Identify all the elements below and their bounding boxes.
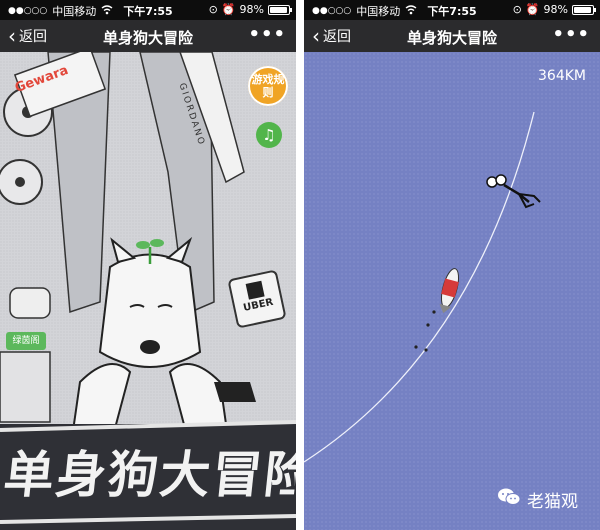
alarm-icon: ⏰ [525, 3, 540, 16]
distance-counter: 364KM [538, 68, 586, 84]
battery-icon [268, 4, 292, 15]
rotation-lock-icon: ⊙ [208, 3, 218, 16]
rocket-dog-player [439, 268, 460, 314]
battery-percent: 98% [543, 3, 568, 16]
uber-logo-icon [245, 280, 265, 300]
watermark-text: 老猫观 [527, 492, 578, 512]
left-phone-screen: ●●○○○ 中国移动 下午7:55 ⊙ ⏰ 98% ‹ 返回 单身狗大冒险 ••… [0, 0, 296, 530]
alarm-icon: ⏰ [221, 3, 236, 16]
status-bar: ●●○○○ 中国移动 下午7:55 ⊙ ⏰ 98% [304, 0, 600, 20]
music-toggle-button[interactable]: ♫ [256, 122, 282, 148]
game-title-banner: 单身狗大冒险 [0, 446, 296, 504]
status-bar: ●●○○○ 中国移动 下午7:55 ⊙ ⏰ 98% [0, 0, 296, 20]
uber-sign: UBER [227, 269, 287, 329]
music-note-icon: ♫ [262, 126, 276, 144]
more-button[interactable]: ••• [552, 24, 590, 45]
nav-bar: ‹ 返回 单身狗大冒险 ••• [304, 20, 600, 52]
watermark: 老猫观 [497, 487, 578, 512]
battery-icon [572, 4, 596, 15]
game-start-screen[interactable]: Gewara GIORDANO UBER 绿茵阁 单身狗大冒险 游戏规则 ♫ [0, 52, 296, 530]
more-button[interactable]: ••• [248, 24, 286, 45]
nav-bar: ‹ 返回 单身狗大冒险 ••• [0, 20, 296, 52]
right-phone-screen: ●●○○○ 中国移动 下午7:55 ⊙ ⏰ 98% ‹ 返回 单身狗大冒险 ••… [304, 0, 600, 530]
wechat-icon [497, 487, 521, 512]
uber-label: UBER [242, 296, 275, 314]
gameplay-scene [304, 111, 541, 463]
game-rules-button[interactable]: 游戏规则 [248, 66, 288, 106]
rotation-lock-icon: ⊙ [512, 3, 522, 16]
green-shop-tag: 绿茵阁 [6, 332, 46, 350]
gameplay-screen[interactable]: 364KM 老猫观 [304, 52, 600, 530]
rope-line [304, 111, 535, 463]
battery-percent: 98% [239, 3, 264, 16]
